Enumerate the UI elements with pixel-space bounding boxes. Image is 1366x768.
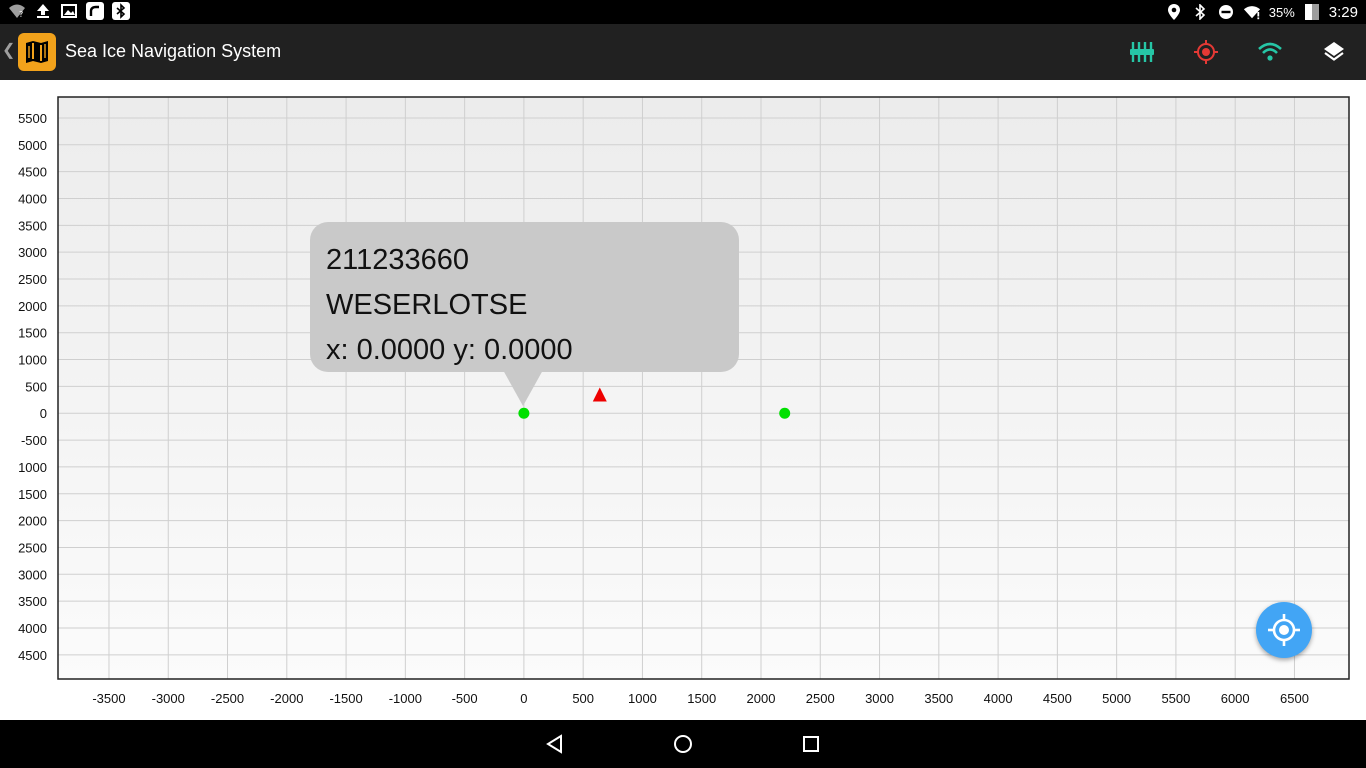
y-tick-label: 1000 — [18, 353, 47, 368]
app-logo-icon[interactable] — [18, 33, 56, 71]
x-tick-label: -1500 — [329, 691, 362, 706]
x-tick-label: 0 — [520, 691, 527, 706]
status-bar: ? 35% 3:29 — [0, 0, 1366, 24]
y-tick-label: 5500 — [18, 111, 47, 126]
app-bar: ❮ Sea Ice Navigation System — [0, 24, 1366, 80]
wifi-signal-icon — [1243, 3, 1261, 21]
battery-icon — [1303, 3, 1321, 21]
back-chevron-icon[interactable]: ❮ — [2, 40, 15, 60]
x-tick-label: 6000 — [1221, 691, 1250, 706]
plot-background — [58, 97, 1349, 679]
y-tick-label: 4500 — [18, 165, 47, 180]
y-tick-label: 2500 — [18, 272, 47, 287]
x-tick-label: -1000 — [389, 691, 422, 706]
vessel-name: WESERLOTSE — [326, 289, 528, 321]
x-tick-label: 3000 — [865, 691, 894, 706]
y-tick-label: 4000 — [18, 191, 47, 206]
do-not-disturb-icon — [1217, 3, 1235, 21]
x-tick-label: 4500 — [1043, 691, 1072, 706]
y-tick-label: 3500 — [18, 594, 47, 609]
x-tick-label: -3000 — [152, 691, 185, 706]
app-title: Sea Ice Navigation System — [65, 41, 282, 61]
vessel-coords: x: 0.0000 y: 0.0000 — [326, 334, 573, 366]
y-tick-label: 1500 — [18, 487, 47, 502]
y-tick-label: 3000 — [18, 245, 47, 260]
x-tick-label: -2000 — [270, 691, 303, 706]
x-tick-label: 3500 — [924, 691, 953, 706]
x-tick-label: -2500 — [211, 691, 244, 706]
x-tick-label: 5500 — [1161, 691, 1190, 706]
y-tick-label: 500 — [25, 379, 47, 394]
x-tick-label: 2000 — [747, 691, 776, 706]
x-axis-ticks: -3500 -3000 -2500 -2000 -1500 -1000 -500 0 500 10… — [92, 691, 1309, 706]
y-tick-label: 2000 — [18, 514, 47, 529]
x-tick-label: 2500 — [806, 691, 835, 706]
y-tick-label: 5000 — [18, 138, 47, 153]
y-tick-label: 2000 — [18, 299, 47, 314]
battery-percent: 35% — [1268, 4, 1295, 20]
x-tick-label: 1500 — [687, 691, 716, 706]
y-tick-label: 3000 — [18, 567, 47, 582]
wifi-unknown-icon: ? — [8, 2, 26, 20]
y-tick-label: 4000 — [18, 621, 47, 636]
scatter-chart[interactable]: -3500 -3000 -2500 -2000 -1500 -1000 -500 0 500 10… — [0, 80, 1366, 720]
x-tick-label: 6500 — [1280, 691, 1309, 706]
x-tick-label: 500 — [572, 691, 594, 706]
y-tick-label: 0 — [40, 406, 47, 421]
y-tick-label: 3500 — [18, 218, 47, 233]
x-tick-label: 5000 — [1102, 691, 1131, 706]
equalizer-icon[interactable] — [1128, 38, 1156, 66]
y-tick-label: 1500 — [18, 326, 47, 341]
chart-area[interactable]: -3500 -3000 -2500 -2000 -1500 -1000 -500 0 500 10… — [0, 80, 1366, 720]
system-icons: 35% 3:29 — [1165, 0, 1358, 24]
x-tick-label: 4000 — [984, 691, 1013, 706]
vessel-marker[interactable] — [779, 407, 791, 419]
clock: 3:29 — [1328, 3, 1358, 21]
layers-icon[interactable] — [1320, 38, 1348, 66]
vessel-id: 211233660 — [326, 244, 470, 276]
y-tick-label: 1000 — [18, 460, 47, 475]
recents-icon[interactable] — [797, 730, 825, 758]
target-icon[interactable] — [1192, 38, 1220, 66]
location-icon — [1165, 3, 1183, 21]
y-tick-label: 4500 — [18, 648, 47, 663]
svg-text:?: ? — [19, 10, 23, 19]
y-tick-label: -500 — [21, 433, 47, 448]
x-tick-label: -500 — [452, 691, 478, 706]
vessel-info-callout[interactable]: 211233660 WESERLOTSE x: 0.0000 y: 0.0000 — [310, 222, 739, 406]
vessel-marker[interactable] — [518, 407, 530, 419]
bluetooth-notification-icon — [112, 2, 130, 20]
home-icon[interactable] — [669, 730, 697, 758]
x-tick-label: -3500 — [92, 691, 125, 706]
back-icon[interactable] — [541, 730, 569, 758]
x-tick-label: 1000 — [628, 691, 657, 706]
callout-tail — [503, 370, 543, 406]
bluetooth-icon — [1191, 3, 1209, 21]
image-icon — [60, 2, 78, 20]
y-axis-ticks: 5500500045004000350030002500200015001000… — [18, 111, 47, 663]
my-location-icon — [1268, 614, 1300, 646]
my-location-button[interactable] — [1256, 602, 1312, 658]
wifi-icon[interactable] — [1256, 38, 1284, 66]
app-notification-icon — [86, 2, 104, 20]
system-nav-bar — [0, 720, 1366, 768]
y-tick-label: 2500 — [18, 540, 47, 555]
notification-icons: ? — [8, 2, 130, 20]
upload-icon — [34, 2, 52, 20]
